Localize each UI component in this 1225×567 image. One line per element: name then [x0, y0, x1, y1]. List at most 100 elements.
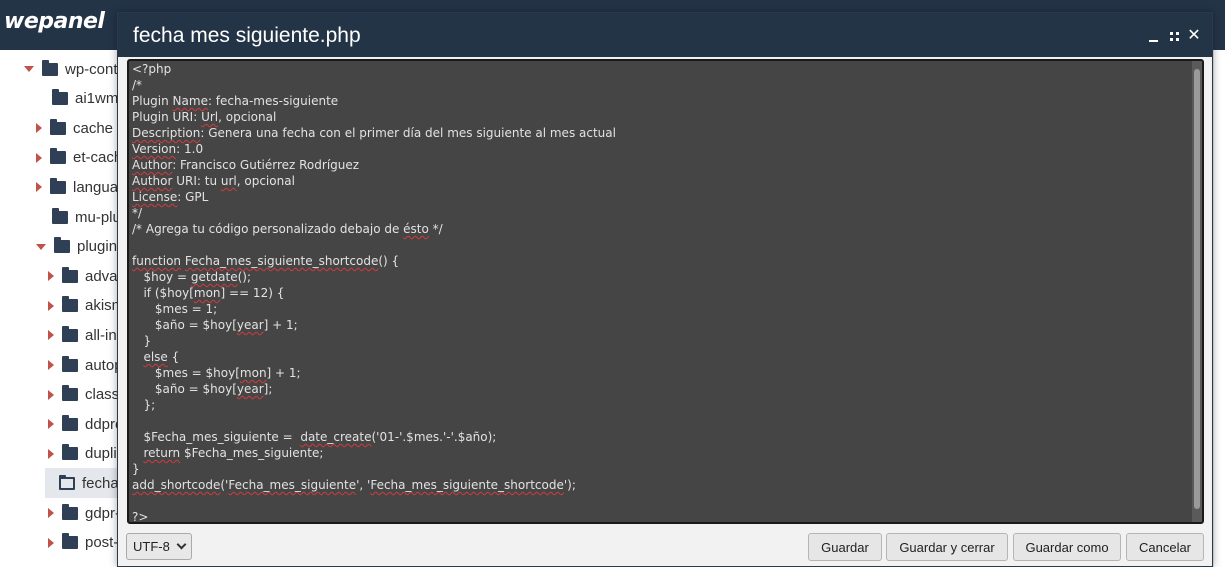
- code-token: ();: [237, 270, 251, 284]
- code-token: URI: tu: [172, 174, 221, 188]
- caret-right-icon[interactable]: [48, 508, 54, 518]
- code-line: Author URI: tu url, opcional: [132, 173, 1192, 189]
- code-token: $mes = 1;: [132, 302, 218, 316]
- code-token: , opcional: [236, 174, 295, 188]
- tree-item[interactable]: advar: [48, 261, 123, 291]
- caret-right-icon[interactable]: [48, 537, 54, 548]
- caret-right-icon[interactable]: [48, 330, 54, 341]
- caret-right-icon[interactable]: [48, 271, 54, 282]
- code-token-misspelled: url: [220, 174, 237, 188]
- code-text[interactable]: <?php/* Plugin Name: fecha-mes-siguiente P…: [132, 61, 1192, 522]
- code-line: return $Fecha_mes_siguiente;: [132, 445, 1192, 461]
- code-token-misspelled: return: [143, 446, 181, 460]
- file-tree: wp-conte ai1wm-cache et-cach langua mu-plu pl…: [0, 50, 126, 567]
- code-line: if ($hoy[mon] == 12) {: [132, 285, 1192, 301]
- code-token-misspelled: Description: [132, 126, 201, 140]
- folder-icon: [62, 355, 78, 372]
- tree-item[interactable]: akism: [48, 291, 124, 321]
- tree-item[interactable]: ddpro: [48, 409, 123, 439]
- code-line: $hoy = getdate();: [132, 269, 1192, 285]
- editor-scrollbar[interactable]: [1192, 61, 1202, 522]
- code-line: /* Agrega tu código personalizado debajo…: [132, 221, 1192, 237]
- close-icon[interactable]: ✕: [1186, 25, 1202, 45]
- code-editor[interactable]: <?php/* Plugin Name: fecha-mes-siguiente P…: [127, 59, 1204, 524]
- save-and-close-button[interactable]: Guardar y cerrar: [886, 533, 1008, 561]
- caret-right-icon[interactable]: [36, 152, 42, 163]
- code-token-misspelled: year: [236, 318, 264, 332]
- code-token-misspelled: getdate: [190, 270, 238, 284]
- tree-item[interactable]: langua: [36, 172, 118, 202]
- caret-down-icon[interactable]: [36, 243, 46, 250]
- code-token: ];: [263, 382, 273, 396]
- maximize-icon[interactable]: [1167, 25, 1183, 45]
- folder-icon: [62, 503, 78, 520]
- code-token: }: [132, 462, 140, 476]
- code-token: $hoy =: [132, 270, 191, 284]
- code-token-misspelled: Fecha_mes_siguiente_shortcode: [184, 254, 379, 268]
- code-line: else {: [132, 349, 1192, 365]
- cancel-button[interactable]: Cancelar: [1126, 533, 1204, 561]
- caret-right-icon[interactable]: [36, 182, 42, 193]
- scrollbar-thumb[interactable]: [1194, 69, 1200, 509]
- folder-icon: [62, 266, 78, 283]
- code-token: ('01-'.$mes.'-'.$año);: [371, 430, 497, 444]
- code-token: */: [428, 222, 443, 236]
- tree-item-label: cache: [73, 119, 114, 137]
- code-line: }: [132, 461, 1192, 477]
- tree-item[interactable]: post-: [48, 528, 118, 558]
- chevron-down-icon: [176, 539, 187, 550]
- editor-dialog: fecha mes siguiente.php ✕ <?php/* Plugin …: [117, 12, 1213, 567]
- tree-item-label: all-in: [85, 326, 117, 344]
- minimize-icon[interactable]: [1146, 25, 1162, 45]
- tree-item[interactable]: autop: [48, 350, 123, 380]
- tree-item[interactable]: gdpr-: [48, 498, 120, 528]
- code-token: ', ': [356, 478, 371, 492]
- code-token: */: [132, 206, 143, 220]
- tree-item-label: langua: [73, 178, 119, 196]
- code-token: : GPL: [177, 190, 209, 204]
- tree-item-label: fecha: [82, 474, 119, 492]
- caret-right-icon[interactable]: [48, 448, 54, 459]
- page-edge: [1213, 50, 1225, 567]
- tree-item[interactable]: duplic: [48, 439, 124, 469]
- code-token: ] == 12) {: [220, 286, 285, 300]
- folder-icon: [62, 414, 78, 431]
- tree-item[interactable]: all-in: [48, 320, 117, 350]
- code-token: : Genera una fecha con el primer día del…: [200, 126, 616, 140]
- caret-right-icon[interactable]: [48, 389, 54, 400]
- tree-item[interactable]: ai1wm-: [38, 84, 123, 114]
- caret-right-icon[interactable]: [48, 419, 54, 430]
- dialog-header: fecha mes siguiente.php ✕: [118, 13, 1212, 57]
- code-token: Plugin URI:: [132, 110, 202, 124]
- caret-right-icon[interactable]: [48, 360, 54, 370]
- tree-item[interactable]: mu-plu: [38, 202, 121, 232]
- tree-item[interactable]: wp-conte: [24, 54, 126, 84]
- folder-icon: [52, 89, 68, 106]
- code-line: Description: Genera una fecha con el pri…: [132, 125, 1192, 141]
- tree-item[interactable]: et-cach: [36, 143, 122, 173]
- encoding-select[interactable]: UTF-8: [126, 533, 192, 560]
- tree-item[interactable]: cache: [36, 113, 113, 143]
- tree-item[interactable]: class: [48, 380, 119, 410]
- folder-open-icon: [59, 474, 75, 490]
- caret-down-icon[interactable]: [24, 66, 34, 72]
- code-line: Plugin Name: fecha-mes-siguiente: [132, 93, 1192, 109]
- code-token: if ($hoy[: [132, 286, 194, 300]
- save-as-button[interactable]: Guardar como: [1013, 533, 1121, 561]
- caret-right-icon[interactable]: [48, 300, 54, 311]
- caret-right-icon[interactable]: [36, 123, 42, 134]
- code-token-misspelled: add_shortcode: [132, 478, 221, 492]
- code-token: Plugin: [132, 94, 173, 108]
- dialog-footer: UTF-8 Guardar Guardar y cerrar Guardar c…: [118, 526, 1212, 566]
- folder-icon: [62, 444, 78, 461]
- folder-icon: [62, 533, 78, 550]
- tree-item[interactable]: plugins: [36, 232, 125, 262]
- code-line: }: [132, 333, 1192, 349]
- tree-item[interactable]: fecha: [45, 468, 120, 499]
- save-button[interactable]: Guardar: [808, 533, 882, 561]
